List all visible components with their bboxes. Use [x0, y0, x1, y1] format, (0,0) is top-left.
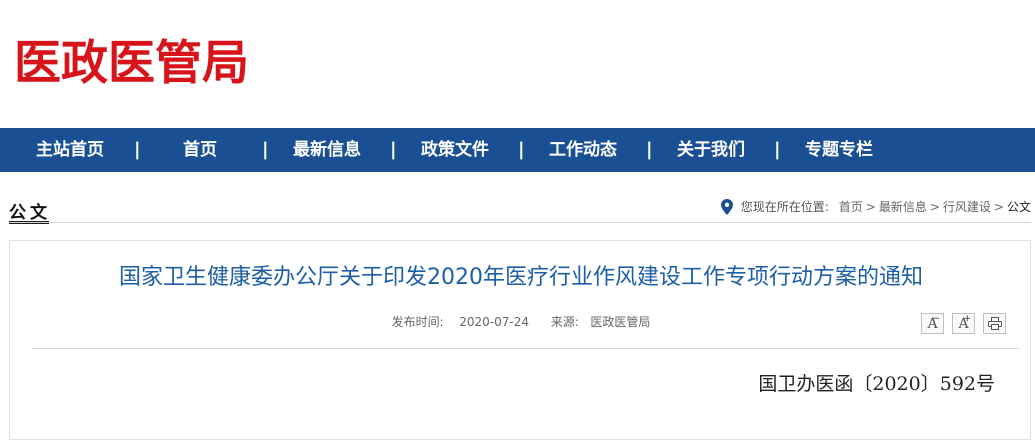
document-number: 国卫办医函〔2020〕592号	[758, 373, 995, 395]
breadcrumb-link-home[interactable]: 首页	[839, 198, 863, 215]
nav-item-main-site-home[interactable]: 主站首页	[36, 128, 104, 172]
font-increase-button[interactable]: A +	[952, 313, 975, 334]
breadcrumb-link-conduct-building[interactable]: 行风建设	[943, 198, 991, 215]
nav-separator: |	[134, 139, 141, 160]
nav-separator: |	[518, 139, 525, 160]
article-panel: 国家卫生健康委办公厅关于印发2020年医疗行业作风建设工作专项行动方案的通知 发…	[9, 240, 1031, 440]
source-label: 来源:	[550, 315, 579, 329]
publish-time-label: 发布时间:	[391, 315, 444, 329]
font-decrease-button[interactable]: A −	[921, 313, 944, 334]
nav-separator: |	[774, 139, 781, 160]
meta-divider	[32, 348, 1020, 349]
section-header: 公文 您现在所在位置: 首页 > 最新信息 > 行风建设 > 公文	[0, 190, 1035, 224]
main-navbar: 主站首页 | 首页 | 最新信息 | 政策文件 | 工作动态 | 关于我们 | …	[0, 128, 1035, 172]
nav-item-home[interactable]: 首页	[183, 128, 217, 172]
printer-icon	[987, 317, 1002, 330]
site-header: 医政医管局	[0, 0, 1035, 128]
print-button[interactable]	[983, 313, 1006, 334]
article-meta: 发布时间: 2020-07-24 来源: 医政医管局	[10, 313, 1032, 330]
nav-item-about-us[interactable]: 关于我们	[677, 128, 745, 172]
breadcrumb-separator: >	[993, 199, 1004, 214]
breadcrumb-prefix: 您现在所在位置:	[740, 200, 829, 214]
nav-separator: |	[262, 139, 269, 160]
nav-separator: |	[390, 139, 397, 160]
source-value: 医政医管局	[590, 315, 651, 329]
breadcrumb: 您现在所在位置: 首页 > 最新信息 > 行风建设 > 公文	[720, 198, 1031, 215]
nav-item-policy-documents[interactable]: 政策文件	[421, 128, 489, 172]
nav-item-work-news[interactable]: 工作动态	[549, 128, 617, 172]
breadcrumb-current: 公文	[1006, 200, 1031, 214]
nav-item-latest-info[interactable]: 最新信息	[293, 128, 361, 172]
nav-item-special-topics[interactable]: 专题专栏	[805, 128, 873, 172]
article-title: 国家卫生健康委办公厅关于印发2020年医疗行业作风建设工作专项行动方案的通知	[119, 265, 923, 290]
breadcrumb-separator: >	[865, 199, 876, 214]
nav-separator: |	[646, 139, 653, 160]
breadcrumb-separator: >	[929, 199, 940, 214]
article-tools: A − A +	[921, 313, 1006, 334]
site-logo[interactable]: 医政医管局	[14, 34, 249, 94]
location-pin-icon	[720, 198, 733, 215]
section-divider	[9, 222, 1031, 223]
section-title: 公文	[9, 203, 51, 223]
publish-date: 2020-07-24	[459, 315, 530, 329]
breadcrumb-link-latest-info[interactable]: 最新信息	[879, 198, 927, 215]
